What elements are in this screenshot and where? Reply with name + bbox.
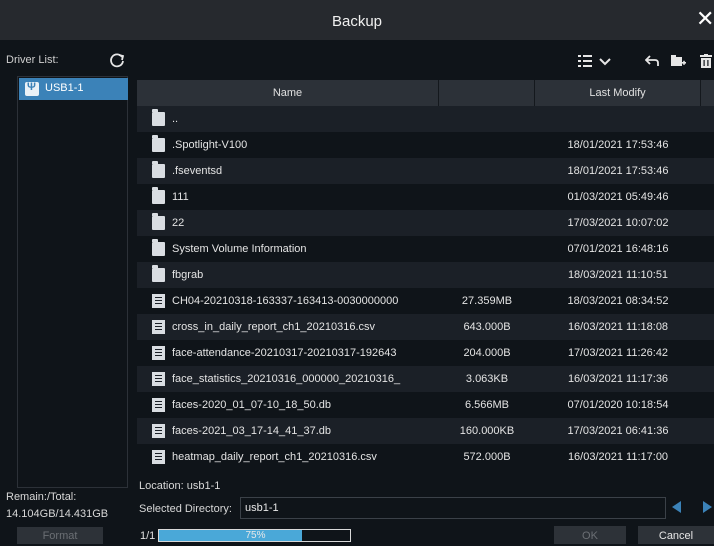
row-name: 22 <box>172 217 185 229</box>
row-name: cross_in_daily_report_ch1_20210316.csv <box>172 321 376 333</box>
row-size: 6.566MB <box>464 399 510 411</box>
remain-total-label: Remain:/Total: <box>6 491 77 503</box>
delete-icon[interactable] <box>700 52 712 70</box>
list-view-icon[interactable] <box>578 52 592 70</box>
chevron-down-icon[interactable] <box>599 52 611 70</box>
file-icon <box>152 346 165 360</box>
table-row[interactable]: .. <box>137 106 714 132</box>
row-last-modify: 01/03/2021 05:49:46 <box>567 191 669 203</box>
row-last-modify: 18/03/2021 11:10:51 <box>567 269 669 281</box>
table-row[interactable]: CH04-20210318-163337-163413-0030000000 27… <box>137 288 714 314</box>
file-icon <box>152 398 165 412</box>
next-page-icon[interactable] <box>703 501 712 513</box>
row-size: 572.000B <box>463 451 511 463</box>
row-last-modify: 17/03/2021 11:26:42 <box>567 347 669 359</box>
table-row[interactable]: cross_in_daily_report_ch1_20210316.csv 64… <box>137 314 714 340</box>
format-button[interactable]: Format <box>17 527 103 544</box>
location-label: Location: usb1-1 <box>139 480 221 492</box>
row-name: .. <box>172 113 179 125</box>
table-row[interactable]: faces-2020_01_07-10_18_50.db 6.566MB 07/01… <box>137 392 714 418</box>
row-name: face-attendance-20210317-20210317-192643 <box>172 347 397 359</box>
row-name: faces-2021_03_17-14_41_37.db <box>172 425 332 437</box>
row-last-modify: 16/03/2021 11:18:08 <box>567 321 669 333</box>
file-icon <box>152 294 165 308</box>
column-header-size[interactable] <box>439 80 535 106</box>
table-row[interactable]: face_statistics_20210316_000000_20210316… <box>137 366 714 392</box>
row-last-modify: 18/03/2021 08:34:52 <box>567 295 669 307</box>
title-bar: Backup ✕ <box>0 0 714 40</box>
row-size: 27.359MB <box>461 295 513 307</box>
file-table-body: .. .Spotlight-V100 18/01/2021 17:53:46 .fse… <box>137 106 714 470</box>
table-row[interactable]: fbgrab 18/03/2021 11:10:51 <box>137 262 714 288</box>
progress-bar: 75% <box>158 529 351 542</box>
new-folder-icon[interactable] <box>671 52 686 70</box>
table-row[interactable]: faces-2021_03_17-14_41_37.db 160.000KB 17/… <box>137 418 714 444</box>
prev-page-icon[interactable] <box>672 501 681 513</box>
file-icon <box>152 450 165 464</box>
file-table-header: Name Last Modify <box>137 80 714 106</box>
table-row[interactable]: heatmap_daily_report_ch1_20210316.csv 572… <box>137 444 714 470</box>
table-row[interactable]: System Volume Information 07/01/2021 16:4… <box>137 236 714 262</box>
row-name: face_statistics_20210316_000000_20210316… <box>172 373 401 385</box>
row-size: 160.000KB <box>459 425 515 437</box>
column-header-last-modify[interactable]: Last Modify <box>535 80 701 106</box>
row-name: System Volume Information <box>172 243 307 255</box>
folder-icon <box>152 135 165 152</box>
row-name: .Spotlight-V100 <box>172 139 248 151</box>
driver-list: USB1-1 <box>17 76 128 488</box>
refresh-icon[interactable] <box>108 51 126 69</box>
column-header-name[interactable]: Name <box>137 80 439 106</box>
row-last-modify: 07/01/2020 10:18:54 <box>567 399 669 411</box>
row-size: 3.063KB <box>465 373 509 385</box>
ok-button[interactable]: OK <box>554 526 626 544</box>
row-name: heatmap_daily_report_ch1_20210316.csv <box>172 451 377 463</box>
usb-icon <box>25 81 39 96</box>
file-icon <box>152 372 165 386</box>
cancel-button[interactable]: Cancel <box>638 526 714 544</box>
row-last-modify: 16/03/2021 11:17:36 <box>567 373 669 385</box>
table-row[interactable]: 111 01/03/2021 05:49:46 <box>137 184 714 210</box>
table-row[interactable]: .Spotlight-V100 18/01/2021 17:53:46 <box>137 132 714 158</box>
row-name: faces-2020_01_07-10_18_50.db <box>172 399 332 411</box>
selected-directory-label: Selected Directory: <box>139 503 232 515</box>
driver-item-label: USB1-1 <box>45 82 84 94</box>
folder-icon <box>152 239 165 256</box>
row-last-modify: 18/01/2021 17:53:46 <box>567 139 669 151</box>
row-last-modify: 07/01/2021 16:48:16 <box>567 243 669 255</box>
file-icon <box>152 320 165 334</box>
folder-icon <box>152 265 165 282</box>
folder-icon <box>152 109 165 126</box>
row-name: CH04-20210318-163337-163413-0030000000 <box>172 295 399 307</box>
folder-icon <box>152 187 165 204</box>
row-size: 204.000B <box>463 347 511 359</box>
location-value: usb1-1 <box>186 480 221 492</box>
page-indicator: 1/1 <box>140 530 156 542</box>
table-row[interactable]: 22 17/03/2021 10:07:02 <box>137 210 714 236</box>
folder-icon <box>152 213 165 230</box>
row-size: 643.000B <box>463 321 511 333</box>
row-name: 111 <box>172 191 189 203</box>
window-title: Backup <box>331 13 383 30</box>
driver-item-usb1-1[interactable]: USB1-1 <box>19 78 128 100</box>
table-row[interactable]: .fseventsd 18/01/2021 17:53:46 <box>137 158 714 184</box>
row-last-modify: 18/01/2021 17:53:46 <box>567 165 669 177</box>
close-icon[interactable]: ✕ <box>696 6 714 32</box>
file-icon <box>152 424 165 438</box>
row-name: .fseventsd <box>172 165 223 177</box>
folder-icon <box>152 161 165 178</box>
row-last-modify: 16/03/2021 11:17:00 <box>567 451 669 463</box>
progress-text: 75% <box>245 530 266 541</box>
back-arrow-icon[interactable] <box>645 52 659 70</box>
remain-total-value: 14.104GB/14.431GB <box>6 508 109 520</box>
driver-list-label: Driver List: <box>6 54 59 66</box>
row-name: fbgrab <box>172 269 204 281</box>
selected-directory-input[interactable] <box>240 497 666 519</box>
row-last-modify: 17/03/2021 06:41:36 <box>567 425 669 437</box>
table-row[interactable]: face-attendance-20210317-20210317-192643… <box>137 340 714 366</box>
row-last-modify: 17/03/2021 10:07:02 <box>567 217 669 229</box>
